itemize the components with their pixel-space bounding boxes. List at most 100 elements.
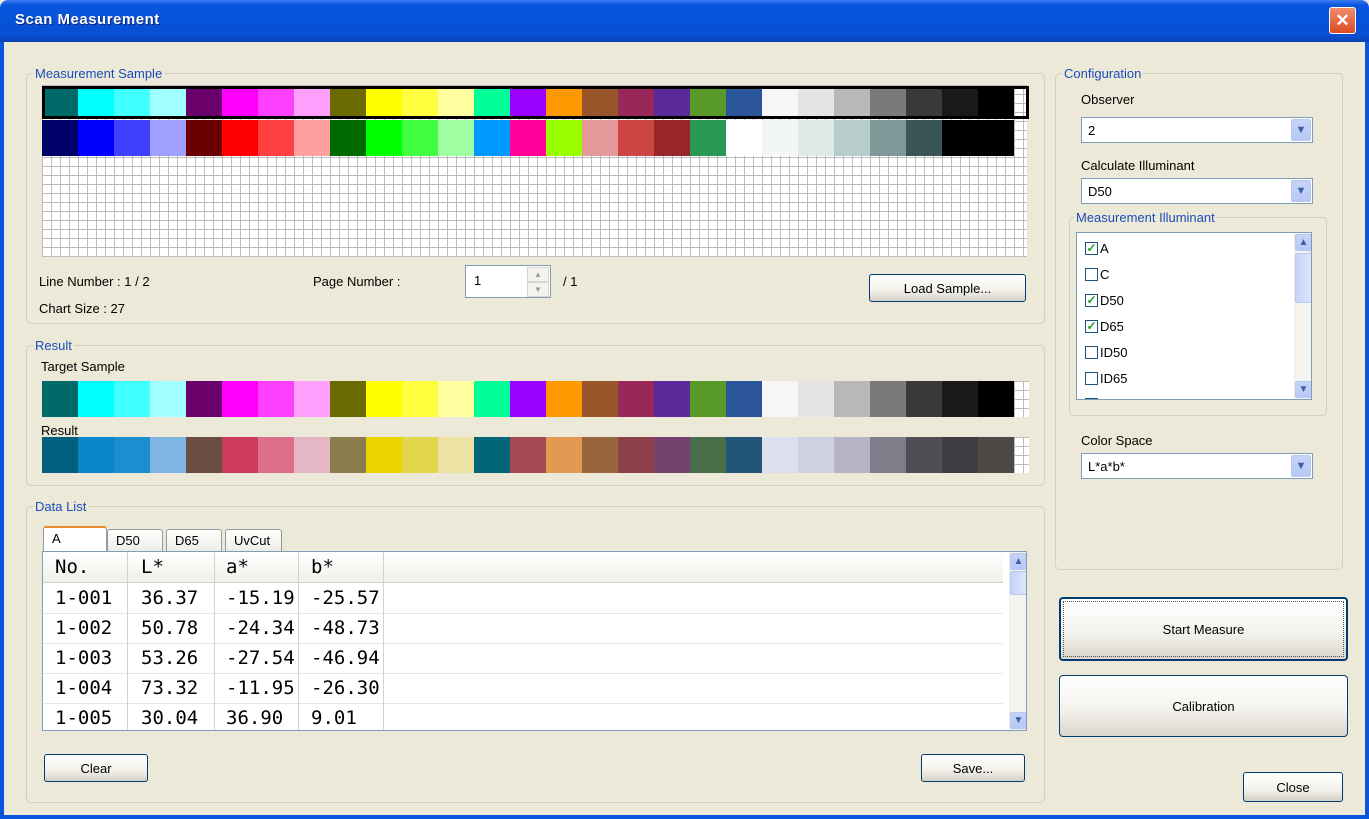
illuminant-label: A	[1100, 241, 1109, 256]
col-header-b[interactable]: b*	[311, 556, 334, 578]
observer-label: Observer	[1081, 92, 1135, 107]
target-swatch	[150, 381, 186, 417]
target-swatch	[114, 381, 150, 417]
data-grid-scrollbar[interactable]: ▲ ▼	[1009, 552, 1026, 730]
data-grid[interactable]: No. L* a* b* 1-001 36.37 -15.19 -25.57 1-002…	[42, 551, 1027, 731]
result-swatch	[330, 437, 366, 473]
illuminant-scrollbar[interactable]: ▲ ▼	[1294, 233, 1311, 399]
table-row[interactable]: 1-002 50.78 -24.34 -48.73	[43, 613, 1003, 644]
tab-d65[interactable]: D65	[166, 529, 222, 552]
illuminant-label: ID65	[1100, 371, 1128, 386]
scroll-up-icon[interactable]: ▲	[1295, 234, 1311, 251]
target-sample-strip	[42, 381, 1014, 417]
tab-a[interactable]: A	[43, 526, 107, 553]
table-row[interactable]: 1-005 30.04 36.90 9.01	[43, 703, 1003, 730]
close-button[interactable]: Close	[1243, 772, 1343, 802]
measurement-sample-legend: Measurement Sample	[35, 66, 163, 81]
page-total-label: / 1	[563, 274, 578, 289]
result-swatch	[186, 437, 222, 473]
table-cell: -46.94	[311, 647, 380, 669]
load-sample-button[interactable]: Load Sample...	[869, 274, 1026, 302]
window-close-button[interactable]: ✕	[1329, 7, 1356, 34]
observer-select[interactable]: 2 ▼	[1081, 117, 1313, 143]
checkbox-icon[interactable]: ✓	[1085, 294, 1098, 307]
table-cell: -27.54	[226, 647, 295, 669]
result-swatch	[402, 437, 438, 473]
target-swatch	[654, 381, 690, 417]
target-swatch	[258, 381, 294, 417]
target-swatch	[366, 381, 402, 417]
sample-row-2[interactable]	[42, 120, 1014, 156]
scroll-down-icon[interactable]: ▼	[1295, 381, 1311, 398]
table-cell: 1-001	[55, 587, 113, 609]
result-swatch	[798, 437, 834, 473]
table-cell: 36.37	[141, 587, 199, 609]
scroll-down-icon[interactable]: ▼	[1010, 712, 1026, 729]
start-measure-button[interactable]: Start Measure	[1059, 597, 1348, 661]
color-space-select[interactable]: L*a*b* ▼	[1081, 453, 1313, 479]
meas-illuminant-legend: Measurement Illuminant	[1076, 210, 1215, 225]
title-bar[interactable]	[0, 0, 1369, 42]
illuminant-item-a[interactable]: ✓ A	[1085, 241, 1109, 256]
target-swatch	[438, 381, 474, 417]
scroll-thumb[interactable]	[1010, 571, 1026, 595]
illuminant-label: D50	[1100, 293, 1124, 308]
checkbox-icon[interactable]: ✓	[1085, 242, 1098, 255]
chevron-down-icon[interactable]: ▼	[1291, 119, 1311, 141]
sample-row2-swatch	[978, 120, 1014, 156]
table-cell: -48.73	[311, 617, 380, 639]
table-cell: 1-004	[55, 677, 113, 699]
target-swatch	[942, 381, 978, 417]
col-header-l[interactable]: L*	[141, 556, 164, 578]
checkbox-icon[interactable]	[1085, 372, 1098, 385]
checkbox-icon[interactable]	[1085, 398, 1098, 399]
spin-down-icon[interactable]: ▼	[527, 282, 549, 297]
result-swatch	[834, 437, 870, 473]
chevron-down-icon[interactable]: ▼	[1291, 180, 1311, 202]
close-icon: ✕	[1335, 11, 1350, 30]
illuminant-item-id50[interactable]: ID50	[1085, 345, 1127, 360]
spin-up-icon[interactable]: ▲	[527, 267, 549, 282]
sample-row2-swatch	[366, 120, 402, 156]
calc-illuminant-select[interactable]: D50 ▼	[1081, 178, 1313, 204]
save-button[interactable]: Save...	[921, 754, 1025, 782]
target-swatch	[78, 381, 114, 417]
target-swatch	[546, 381, 582, 417]
result-swatch	[618, 437, 654, 473]
data-list-legend: Data List	[35, 499, 87, 514]
sample-row2-swatch	[798, 120, 834, 156]
result-swatch	[294, 437, 330, 473]
page-number-spinner[interactable]: 1 ▲ ▼	[465, 265, 551, 298]
sample-row2-swatch	[906, 120, 942, 156]
table-cell: 9.01	[311, 707, 357, 729]
checkbox-icon[interactable]	[1085, 346, 1098, 359]
calibration-button[interactable]: Calibration	[1059, 675, 1348, 737]
scroll-thumb[interactable]	[1295, 253, 1311, 303]
illuminant-item-id65[interactable]: ID65	[1085, 371, 1127, 386]
illuminant-item-d50[interactable]: ✓ D50	[1085, 293, 1124, 308]
checkbox-icon[interactable]: ✓	[1085, 320, 1098, 333]
tab-d50[interactable]: D50	[107, 529, 163, 552]
scroll-up-icon[interactable]: ▲	[1010, 553, 1026, 570]
table-cell: 53.26	[141, 647, 199, 669]
chevron-down-icon[interactable]: ▼	[1291, 455, 1311, 477]
table-row[interactable]: 1-001 36.37 -15.19 -25.57	[43, 583, 1003, 614]
sample-row2-swatch	[726, 120, 762, 156]
table-row[interactable]: 1-004 73.32 -11.95 -26.30	[43, 673, 1003, 704]
target-swatch	[726, 381, 762, 417]
target-swatch	[618, 381, 654, 417]
col-header-a[interactable]: a*	[226, 556, 249, 578]
sample-row2-swatch	[150, 120, 186, 156]
illuminant-item-d65[interactable]: ✓ D65	[1085, 319, 1124, 334]
illuminant-checklist[interactable]: ✓AC✓D50✓D65ID50ID65F2 ▲ ▼	[1076, 232, 1312, 400]
illuminant-label: C	[1100, 267, 1110, 282]
illuminant-item-f2[interactable]: F2	[1085, 397, 1115, 399]
clear-button[interactable]: Clear	[44, 754, 148, 782]
tab-uvcut[interactable]: UvCut	[225, 529, 282, 552]
col-header-no[interactable]: No.	[55, 556, 89, 578]
table-row[interactable]: 1-003 53.26 -27.54 -46.94	[43, 643, 1003, 674]
checkbox-icon[interactable]	[1085, 268, 1098, 281]
illuminant-item-c[interactable]: C	[1085, 267, 1109, 282]
result-swatch	[582, 437, 618, 473]
target-swatch	[42, 381, 78, 417]
